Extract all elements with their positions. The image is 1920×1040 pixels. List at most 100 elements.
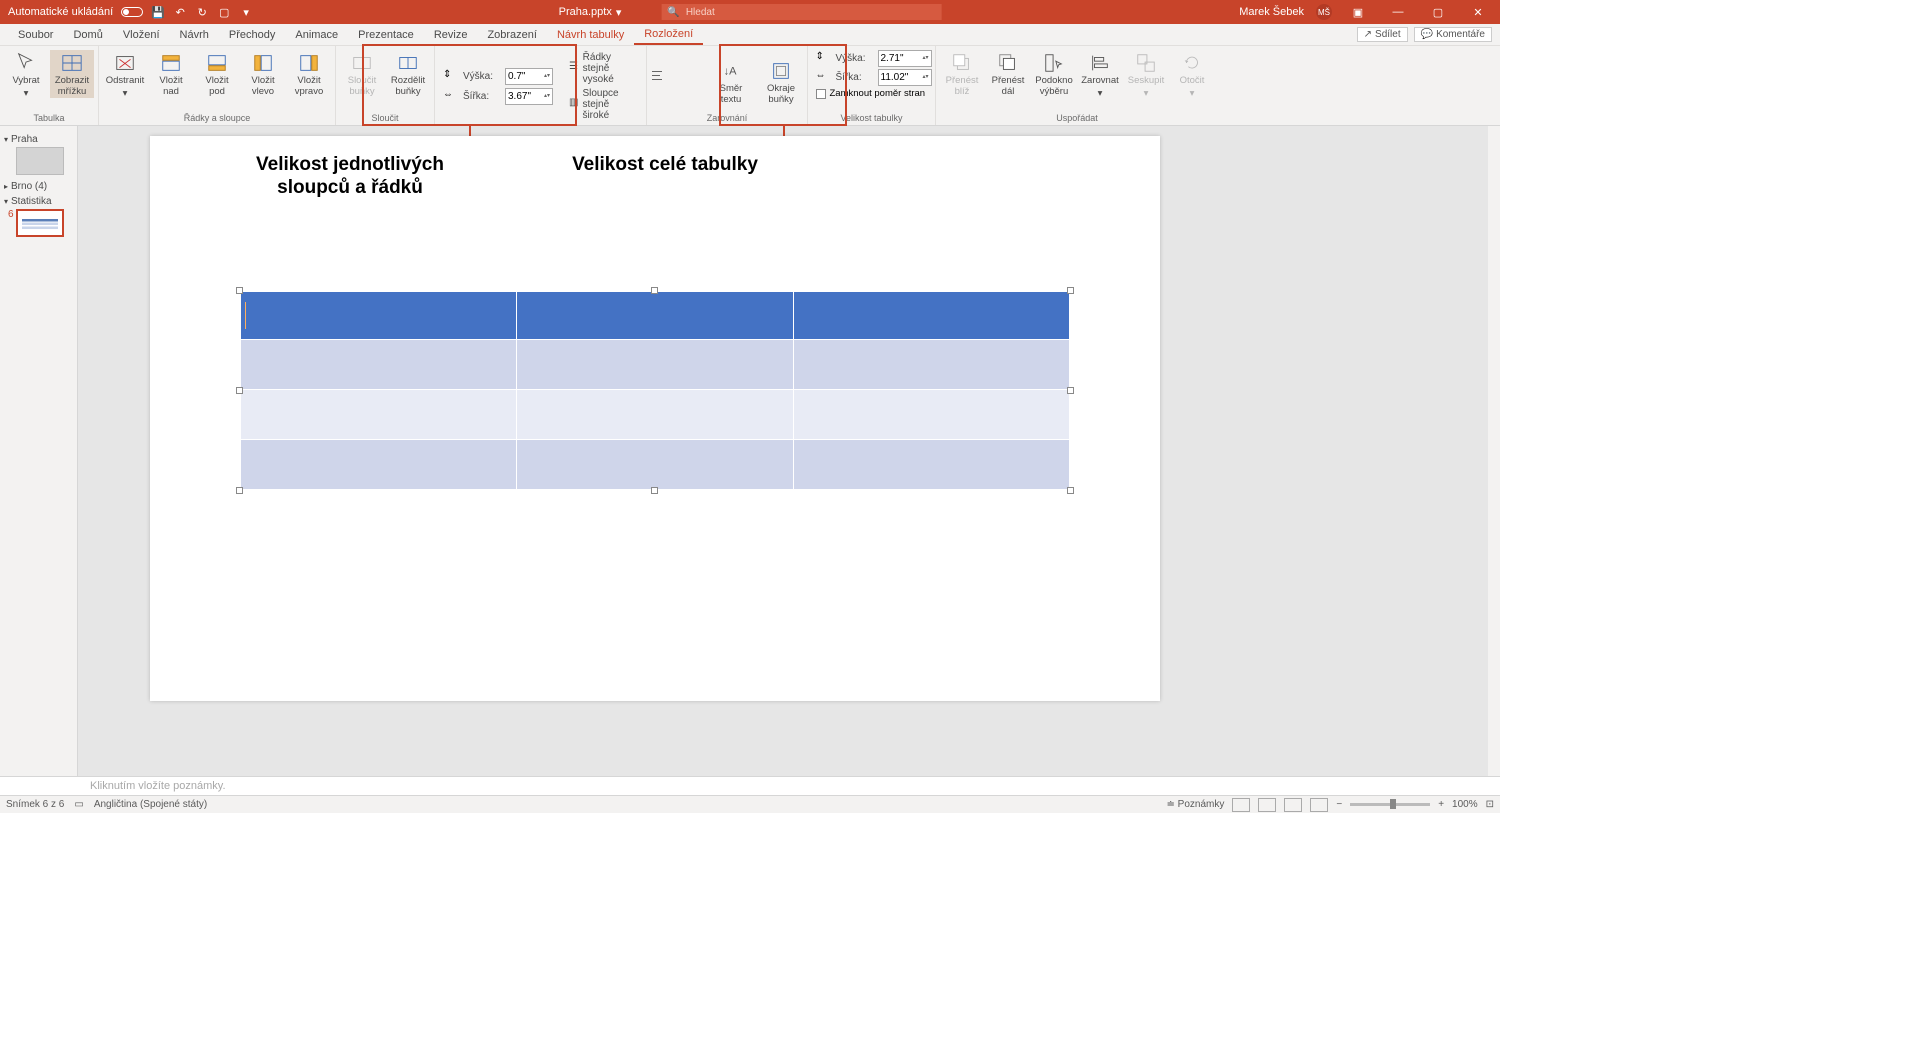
insert-below-button[interactable]: Vložit pod xyxy=(195,50,239,98)
table-height-label: Výška: xyxy=(836,53,874,64)
selection-handle[interactable] xyxy=(1067,287,1074,294)
insert-right-button[interactable]: Vložit vpravo xyxy=(287,50,331,98)
tab-prezentace[interactable]: Prezentace xyxy=(348,24,424,45)
tab-revize[interactable]: Revize xyxy=(424,24,478,45)
selection-handle[interactable] xyxy=(651,487,658,494)
ribbon: Vybrat▾ Zobrazit mřížku Tabulka Odstrani… xyxy=(0,46,1500,126)
cell-width-input[interactable]: 3.67"▴▾ xyxy=(505,88,553,105)
user-name[interactable]: Marek Šebek xyxy=(1239,6,1304,18)
reading-view-button[interactable] xyxy=(1284,798,1302,812)
slide-canvas[interactable]: Velikost jednotlivých sloupců a řádků Ve… xyxy=(78,126,1500,776)
selection-handle[interactable] xyxy=(236,387,243,394)
bring-forward-button: Přenést blíž xyxy=(940,50,984,98)
delete-button[interactable]: Odstranit▾ xyxy=(103,50,147,100)
align-middle-button[interactable] xyxy=(669,83,685,97)
ribbon-tabs: Soubor Domů Vložení Návrh Přechody Anima… xyxy=(0,24,1500,46)
scrollbar-vertical[interactable] xyxy=(1488,126,1500,776)
group-usporadat: Přenést blíž Přenést dál Podokno výběru … xyxy=(936,46,1218,125)
share-button[interactable]: ↗Sdílet xyxy=(1357,27,1408,42)
fit-window-button[interactable]: ⊡ xyxy=(1486,799,1494,810)
language-status[interactable]: Angličtina (Spojené státy) xyxy=(94,799,207,810)
notes-pane[interactable]: Kliknutím vložíte poznámky. xyxy=(0,776,1500,795)
section-statistika[interactable]: ▾Statistika xyxy=(4,196,73,207)
selection-handle[interactable] xyxy=(236,287,243,294)
section-praha[interactable]: ▾Praha xyxy=(4,134,73,145)
slide-panel[interactable]: ▾Praha ▸Brno (4) ▾Statistika 6 xyxy=(0,126,78,776)
align-center-button[interactable] xyxy=(669,67,685,81)
slide-counter[interactable]: Snímek 6 z 6 xyxy=(6,799,64,810)
group-label-usporadat: Uspořádat xyxy=(1056,113,1098,125)
minimize-icon[interactable]: — xyxy=(1384,6,1412,18)
accessibility-icon[interactable]: ▭ xyxy=(74,799,83,810)
selection-handle[interactable] xyxy=(236,487,243,494)
distribute-cols-button[interactable]: ▥Sloupce stejně široké xyxy=(569,88,638,121)
save-icon[interactable]: 💾 xyxy=(151,5,165,19)
tab-soubor[interactable]: Soubor xyxy=(8,24,63,45)
undo-icon[interactable]: ↶ xyxy=(173,5,187,19)
avatar[interactable]: MŠ xyxy=(1316,4,1332,20)
tab-domu[interactable]: Domů xyxy=(63,24,112,45)
normal-view-button[interactable] xyxy=(1232,798,1250,812)
section-brno[interactable]: ▸Brno (4) xyxy=(4,181,73,192)
align-button[interactable]: Zarovnat▾ xyxy=(1078,50,1122,100)
checkbox-icon xyxy=(816,89,826,99)
send-backward-button[interactable]: Přenést dál xyxy=(986,50,1030,98)
select-button[interactable]: Vybrat▾ xyxy=(4,50,48,100)
view-gridlines-button[interactable]: Zobrazit mřížku xyxy=(50,50,94,98)
autosave-label: Automatické ukládání xyxy=(8,6,113,18)
table-height-input[interactable]: 2.71"▴▾ xyxy=(878,50,932,67)
selection-handle[interactable] xyxy=(651,287,658,294)
tab-vlozeni[interactable]: Vložení xyxy=(113,24,170,45)
maximize-icon[interactable]: ▢ xyxy=(1424,6,1452,19)
annotation-table-size: Velikost celé tabulky xyxy=(535,154,795,177)
cell-height-input[interactable]: 0.7"▴▾ xyxy=(505,68,553,85)
align-right-button[interactable] xyxy=(687,67,703,81)
distribute-rows-button[interactable]: ☰Řádky stejně vysoké xyxy=(569,52,638,85)
insert-left-button[interactable]: Vložit vlevo xyxy=(241,50,285,98)
tab-zobrazeni[interactable]: Zobrazení xyxy=(477,24,547,45)
col-width-icon: ⇔ xyxy=(443,89,459,105)
zoom-level[interactable]: 100% xyxy=(1452,799,1478,810)
tab-navrh[interactable]: Návrh xyxy=(170,24,219,45)
selection-pane-button[interactable]: Podokno výběru xyxy=(1032,50,1076,98)
zoom-in-button[interactable]: + xyxy=(1438,799,1444,810)
slideshow-view-button[interactable] xyxy=(1310,798,1328,812)
align-left-button[interactable] xyxy=(651,67,667,81)
ribbon-options-icon[interactable]: ▣ xyxy=(1344,6,1372,19)
close-icon[interactable]: ✕ xyxy=(1464,6,1492,19)
split-cells-button[interactable]: Rozdělit buňky xyxy=(386,50,430,98)
notes-toggle[interactable]: ≐ Poznámky xyxy=(1166,799,1224,810)
tab-prechody[interactable]: Přechody xyxy=(219,24,285,45)
autosave-toggle[interactable] xyxy=(121,7,143,17)
table-width-input[interactable]: 11.02"▴▾ xyxy=(878,69,932,86)
text-direction-button[interactable]: ↓ASměr textu xyxy=(709,58,753,106)
filename-dropdown-icon: ▾ xyxy=(616,6,622,19)
tab-rozlozeni[interactable]: Rozložení xyxy=(634,24,703,45)
alignment-grid xyxy=(651,67,703,97)
lock-aspect-checkbox[interactable]: Zamknout poměr stran xyxy=(816,88,926,99)
tab-animace[interactable]: Animace xyxy=(285,24,348,45)
file-name[interactable]: Praha.pptx ▾ xyxy=(559,6,622,19)
tab-navrh-tabulky[interactable]: Návrh tabulky xyxy=(547,24,634,45)
merge-cells-button: Sloučit buňky xyxy=(340,50,384,98)
zoom-slider[interactable] xyxy=(1350,803,1430,806)
start-slideshow-icon[interactable]: ▢ xyxy=(217,5,231,19)
align-bottom-button[interactable] xyxy=(687,83,703,97)
group-tabulka: Vybrat▾ Zobrazit mřížku Tabulka xyxy=(0,46,99,125)
qat-more-icon[interactable]: ▾ xyxy=(239,5,253,19)
insert-above-button[interactable]: Vložit nad xyxy=(149,50,193,98)
cell-margins-button[interactable]: Okraje buňky xyxy=(759,58,803,106)
selection-handle[interactable] xyxy=(1067,387,1074,394)
align-top-button[interactable] xyxy=(651,83,667,97)
comments-button[interactable]: 💬Komentáře xyxy=(1414,27,1492,42)
table-object[interactable] xyxy=(240,291,1070,490)
selection-handle[interactable] xyxy=(1067,487,1074,494)
slide-thumb-active[interactable] xyxy=(16,209,64,237)
group-button: Seskupit▾ xyxy=(1124,50,1168,100)
group-velikost-bunky: ⇕Výška:0.7"▴▾ ⇔Šířka:3.67"▴▾ ☰Řádky stej… xyxy=(435,46,647,125)
sorter-view-button[interactable] xyxy=(1258,798,1276,812)
zoom-out-button[interactable]: − xyxy=(1336,799,1342,810)
slide-thumb[interactable] xyxy=(16,147,64,175)
redo-icon[interactable]: ↻ xyxy=(195,5,209,19)
search-input[interactable]: 🔍 Hledat xyxy=(661,4,941,20)
